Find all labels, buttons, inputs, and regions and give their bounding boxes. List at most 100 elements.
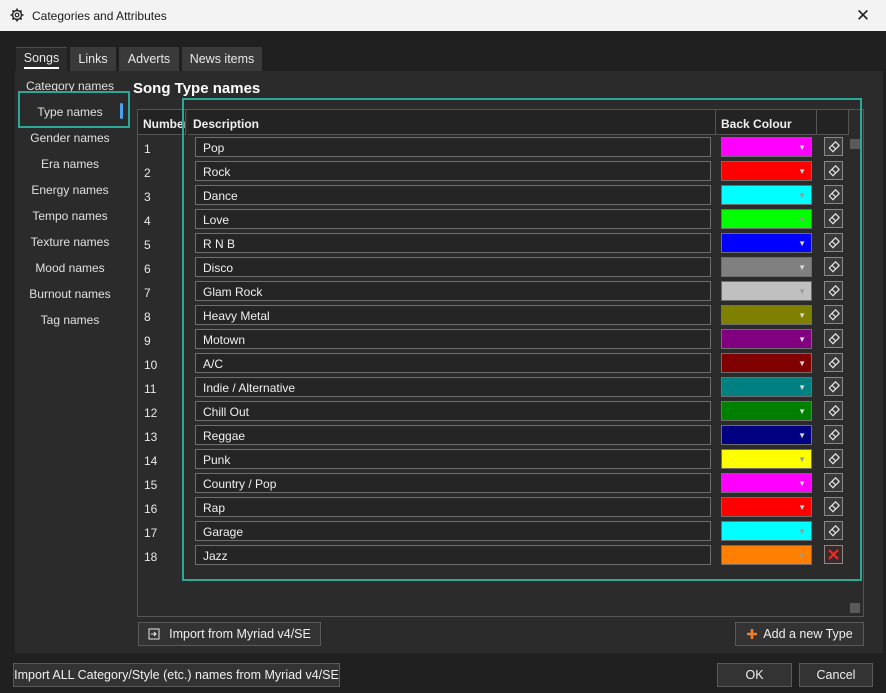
back-colour-picker[interactable]: ▼ bbox=[721, 305, 812, 325]
import-from-myriad-button[interactable]: Import from Myriad v4/SE bbox=[138, 622, 321, 646]
eraser-icon bbox=[827, 476, 840, 489]
back-colour-picker[interactable]: ▼ bbox=[721, 473, 812, 493]
sidebar-item-energy-names[interactable]: Energy names bbox=[18, 183, 122, 197]
back-colour-picker[interactable]: ▼ bbox=[721, 497, 812, 517]
description-field[interactable]: Heavy Metal bbox=[195, 305, 711, 325]
row-number: 6 bbox=[144, 262, 151, 276]
back-colour-picker[interactable]: ▼ bbox=[721, 353, 812, 373]
eraser-row-button[interactable] bbox=[824, 521, 843, 540]
eraser-row-button[interactable] bbox=[824, 257, 843, 276]
eraser-icon bbox=[827, 356, 840, 369]
close-window-button[interactable]: ✕ bbox=[840, 0, 886, 31]
back-colour-picker[interactable]: ▼ bbox=[721, 257, 812, 277]
eraser-row-button[interactable] bbox=[824, 185, 843, 204]
row-number: 12 bbox=[144, 406, 158, 420]
sidebar-item-gender-names[interactable]: Gender names bbox=[18, 131, 122, 145]
column-header-back-colour[interactable]: Back Colour bbox=[716, 110, 817, 135]
description-field[interactable]: Love bbox=[195, 209, 711, 229]
cancel-button[interactable]: Cancel bbox=[799, 663, 873, 687]
eraser-row-button[interactable] bbox=[824, 209, 843, 228]
description-field[interactable]: Jazz bbox=[195, 545, 711, 565]
description-field[interactable]: Disco bbox=[195, 257, 711, 277]
back-colour-picker[interactable]: ▼ bbox=[721, 185, 812, 205]
eraser-icon bbox=[827, 452, 840, 465]
eraser-row-button[interactable] bbox=[824, 425, 843, 444]
back-colour-picker[interactable]: ▼ bbox=[721, 521, 812, 541]
column-header-description[interactable]: Description bbox=[188, 110, 716, 135]
ok-button[interactable]: OK bbox=[717, 663, 792, 687]
eraser-row-button[interactable] bbox=[824, 137, 843, 156]
eraser-row-button[interactable] bbox=[824, 329, 843, 348]
add-new-type-button[interactable]: Add a new Type bbox=[735, 622, 864, 646]
back-colour-picker[interactable]: ▼ bbox=[721, 161, 812, 181]
table-row: 5 R N B ▼ bbox=[138, 232, 863, 256]
import-all-names-button[interactable]: Import ALL Category/Style (etc.) names f… bbox=[13, 663, 340, 687]
scroll-up-icon[interactable] bbox=[850, 139, 860, 149]
column-header-number[interactable]: Number bbox=[138, 110, 186, 135]
eraser-row-button[interactable] bbox=[824, 161, 843, 180]
description-field[interactable]: Punk bbox=[195, 449, 711, 469]
eraser-row-button[interactable] bbox=[824, 281, 843, 300]
description-field[interactable]: R N B bbox=[195, 233, 711, 253]
scroll-down-icon[interactable] bbox=[850, 603, 860, 613]
eraser-row-button[interactable] bbox=[824, 233, 843, 252]
sidebar-item-tempo-names[interactable]: Tempo names bbox=[18, 209, 122, 223]
chevron-down-icon: ▼ bbox=[798, 215, 806, 224]
back-colour-picker[interactable]: ▼ bbox=[721, 377, 812, 397]
eraser-icon bbox=[827, 428, 840, 441]
sidebar-item-burnout-names[interactable]: Burnout names bbox=[18, 287, 122, 301]
eraser-row-button[interactable] bbox=[824, 353, 843, 372]
sidebar-item-texture-names[interactable]: Texture names bbox=[18, 235, 122, 249]
eraser-row-button[interactable] bbox=[824, 401, 843, 420]
description-field[interactable]: Indie / Alternative bbox=[195, 377, 711, 397]
table-row: 15 Country / Pop ▼ bbox=[138, 472, 863, 496]
chevron-down-icon: ▼ bbox=[798, 287, 806, 296]
description-field[interactable]: Country / Pop bbox=[195, 473, 711, 493]
sidebar-item-tag-names[interactable]: Tag names bbox=[18, 313, 122, 327]
back-colour-picker[interactable]: ▼ bbox=[721, 209, 812, 229]
back-colour-picker[interactable]: ▼ bbox=[721, 233, 812, 253]
vertical-scrollbar[interactable] bbox=[847, 135, 863, 616]
eraser-icon bbox=[827, 500, 840, 513]
back-colour-picker[interactable]: ▼ bbox=[721, 329, 812, 349]
back-colour-picker[interactable]: ▼ bbox=[721, 137, 812, 157]
description-field[interactable]: Rock bbox=[195, 161, 711, 181]
description-field[interactable]: Chill Out bbox=[195, 401, 711, 421]
chevron-down-icon: ▼ bbox=[798, 479, 806, 488]
tab-links[interactable]: Links bbox=[70, 47, 116, 71]
eraser-row-button[interactable] bbox=[824, 473, 843, 492]
description-field[interactable]: Garage bbox=[195, 521, 711, 541]
back-colour-picker[interactable]: ▼ bbox=[721, 449, 812, 469]
description-field[interactable]: Glam Rock bbox=[195, 281, 711, 301]
chevron-down-icon: ▼ bbox=[798, 239, 806, 248]
eraser-icon bbox=[827, 164, 840, 177]
chevron-down-icon: ▼ bbox=[798, 407, 806, 416]
row-number: 2 bbox=[144, 166, 151, 180]
back-colour-picker[interactable]: ▼ bbox=[721, 545, 812, 565]
back-colour-picker[interactable]: ▼ bbox=[721, 425, 812, 445]
description-field[interactable]: Pop bbox=[195, 137, 711, 157]
eraser-icon bbox=[827, 260, 840, 273]
tab-songs[interactable]: Songs bbox=[16, 47, 67, 72]
eraser-row-button[interactable] bbox=[824, 497, 843, 516]
description-field[interactable]: Dance bbox=[195, 185, 711, 205]
description-field[interactable]: Motown bbox=[195, 329, 711, 349]
back-colour-picker[interactable]: ▼ bbox=[721, 401, 812, 421]
sidebar-item-type-names[interactable]: Type names bbox=[18, 105, 122, 119]
back-colour-picker[interactable]: ▼ bbox=[721, 281, 812, 301]
row-number: 10 bbox=[144, 358, 158, 372]
eraser-row-button[interactable] bbox=[824, 449, 843, 468]
eraser-icon bbox=[827, 404, 840, 417]
eraser-row-button[interactable] bbox=[824, 377, 843, 396]
tab-adverts[interactable]: Adverts bbox=[119, 47, 179, 71]
eraser-icon bbox=[827, 308, 840, 321]
sidebar-item-era-names[interactable]: Era names bbox=[18, 157, 122, 171]
sidebar-item-mood-names[interactable]: Mood names bbox=[18, 261, 122, 275]
description-field[interactable]: Rap bbox=[195, 497, 711, 517]
description-field[interactable]: A/C bbox=[195, 353, 711, 373]
description-field[interactable]: Reggae bbox=[195, 425, 711, 445]
tab-news-items[interactable]: News items bbox=[182, 47, 262, 71]
row-number: 7 bbox=[144, 286, 151, 300]
eraser-row-button[interactable] bbox=[824, 305, 843, 324]
delete-row-button[interactable] bbox=[824, 545, 843, 564]
